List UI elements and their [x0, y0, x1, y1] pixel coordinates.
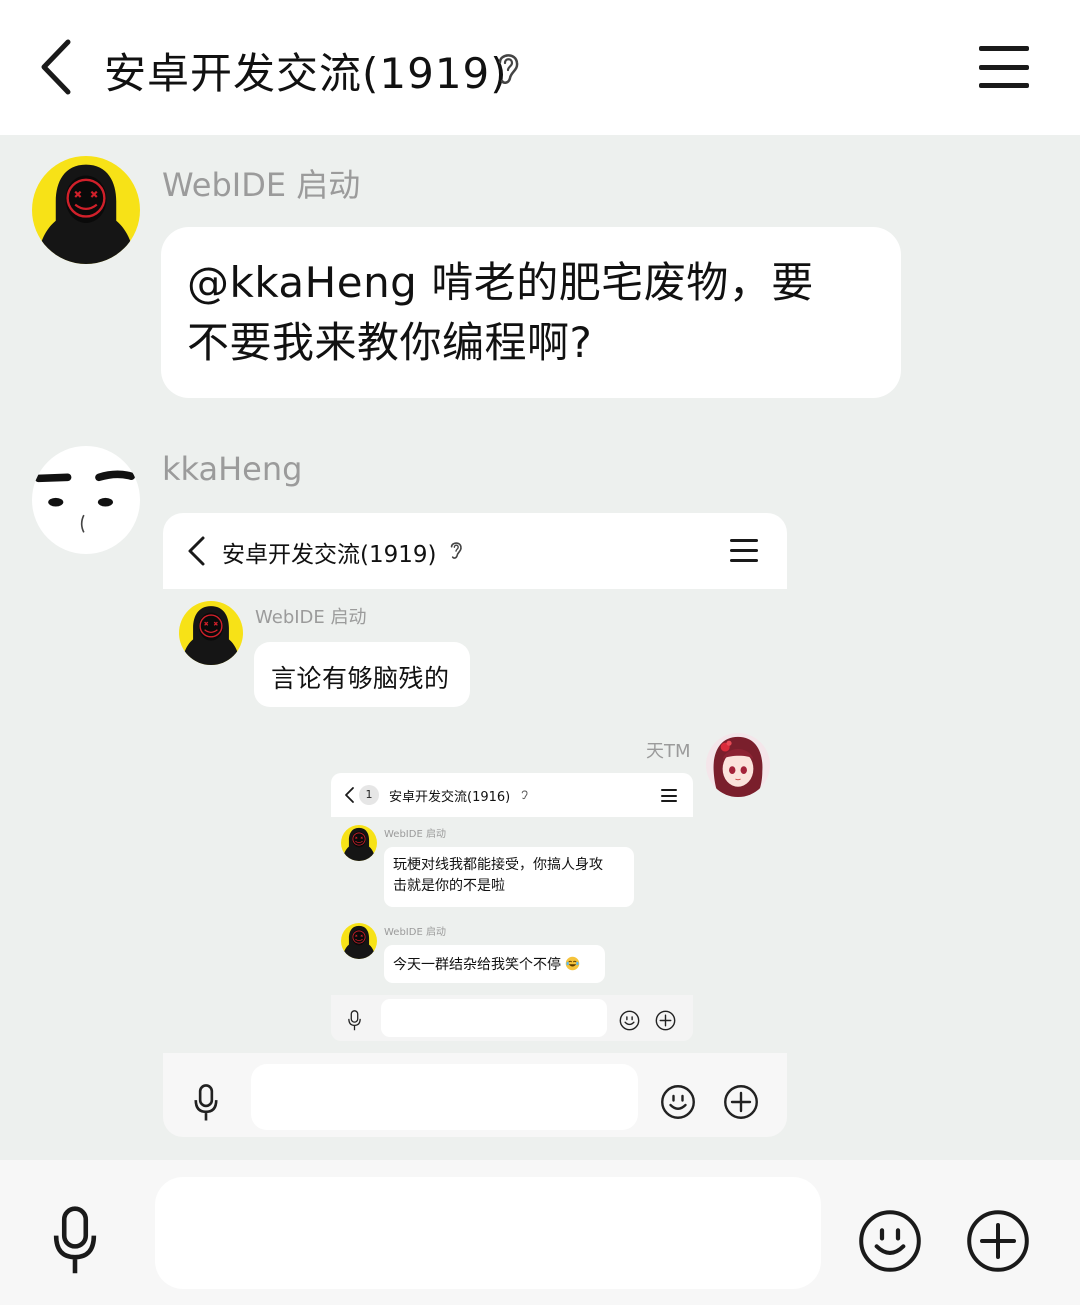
- chat-header: 安卓开发交流(1919): [163, 513, 787, 589]
- sender-name: 天TM: [646, 741, 691, 762]
- sender-name: WebIDE 启动: [255, 607, 367, 628]
- avatar-webide: [341, 825, 377, 861]
- avatar-webide: [179, 601, 243, 665]
- image-message[interactable]: 安卓开发交流(1919) WebIDE 启动 言论有够脑残的 天TM 1 安卓开…: [163, 513, 787, 1137]
- microphone-icon[interactable]: [48, 1206, 102, 1276]
- chat-title: 安卓开发交流(1916): [389, 790, 511, 805]
- message-input[interactable]: [155, 1177, 821, 1289]
- smiley-icon: [661, 1085, 695, 1119]
- image-message: 1 安卓开发交流(1916) WebIDE 启动 玩梗对线我都能接受，你搞人身攻…: [331, 773, 693, 1041]
- ear-icon: [521, 790, 528, 800]
- message-text-line: @kkaHeng 啃老的肥宅废物，要: [187, 258, 814, 307]
- chat-title: 安卓开发交流(1919): [104, 49, 508, 98]
- smiley-icon: [619, 1010, 640, 1031]
- avatar-kkaheng[interactable]: [32, 446, 140, 554]
- unread-badge: 1: [359, 785, 379, 805]
- laughing-emoji-icon: [566, 956, 580, 971]
- microphone-icon: [348, 1010, 361, 1031]
- ear-icon: [450, 542, 462, 559]
- message-text: 今天一群结杂给我笑个不停: [393, 957, 561, 973]
- sender-name: kkaHeng: [162, 450, 303, 488]
- chevron-left-icon: [345, 787, 354, 803]
- message-bubble: 言论有够脑残的: [254, 642, 470, 707]
- avatar-webide[interactable]: [32, 156, 140, 264]
- message-input: [381, 999, 607, 1037]
- plus-circle-icon[interactable]: [966, 1209, 1030, 1273]
- microphone-icon: [194, 1084, 218, 1121]
- plus-circle-icon: [655, 1010, 676, 1031]
- sender-name: WebIDE 启动: [384, 927, 446, 938]
- message-bubble[interactable]: @kkaHeng 啃老的肥宅废物，要 不要我来教你编程啊?: [161, 227, 901, 398]
- sender-name: WebIDE 启动: [384, 829, 446, 840]
- message-input: [251, 1064, 638, 1130]
- hamburger-menu-icon: [661, 789, 677, 802]
- chevron-left-icon: [188, 536, 205, 566]
- avatar-tian: [706, 733, 770, 797]
- chat-header: 1 安卓开发交流(1916): [331, 773, 693, 817]
- message-text-line: 不要我来教你编程啊?: [187, 318, 593, 367]
- message-bubble: 玩梗对线我都能接受，你搞人身攻 击就是你的不是啦: [384, 847, 634, 907]
- smiley-icon[interactable]: [858, 1209, 922, 1273]
- ear-icon: [498, 54, 519, 84]
- hamburger-menu-icon[interactable]: [979, 46, 1029, 88]
- avatar-webide: [341, 923, 377, 959]
- chevron-left-icon[interactable]: [36, 38, 76, 96]
- message-text-line: 玩梗对线我都能接受，你搞人身攻: [393, 857, 603, 873]
- sender-name: WebIDE 启动: [162, 166, 361, 204]
- chat-header: 安卓开发交流(1919): [0, 0, 1080, 135]
- chat-title: 安卓开发交流(1919): [222, 542, 437, 568]
- message-bubble: 今天一群结杂给我笑个不停: [384, 945, 605, 983]
- hamburger-menu-icon: [730, 539, 758, 562]
- message-text-line: 击就是你的不是啦: [393, 878, 505, 894]
- plus-circle-icon: [724, 1085, 758, 1119]
